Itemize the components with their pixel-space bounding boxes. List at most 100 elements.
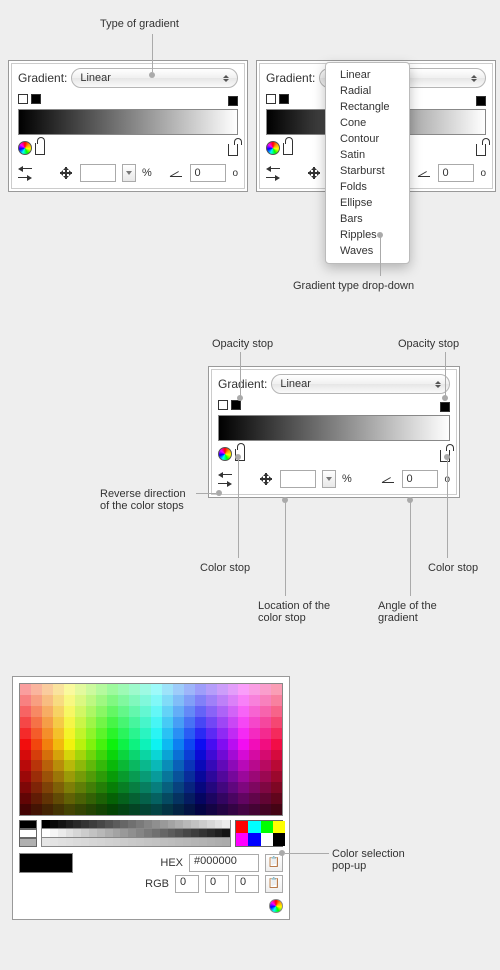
dropdown-item[interactable]: Starburst	[326, 163, 409, 179]
gray-swatch[interactable]	[19, 838, 37, 847]
dropdown-item[interactable]: Rectangle	[326, 99, 409, 115]
grayscale-row[interactable]	[41, 820, 231, 829]
dropdown-item[interactable]: Ripples	[326, 227, 409, 243]
lock-icon[interactable]	[35, 143, 45, 155]
panel-inner: Gradient: Linear	[11, 63, 245, 189]
leader-line	[152, 34, 153, 72]
gradient-label: Gradient:	[18, 71, 67, 85]
opacity-stop-icon[interactable]	[266, 94, 276, 104]
opacity-stop-marker-icon[interactable]	[279, 94, 289, 104]
color-wheel-button[interactable]	[269, 899, 283, 913]
b-input[interactable]: 0	[235, 875, 259, 893]
callout-opacity-stop-left: Opacity stop	[212, 338, 273, 350]
r-input[interactable]: 0	[175, 875, 199, 893]
grayscale-row[interactable]	[41, 829, 231, 838]
reverse-gradient-icon[interactable]	[266, 166, 280, 180]
color-stop-left-group	[218, 447, 245, 464]
color-picker-panel: HEX #000000 📋 RGB 0 0 0 📋	[12, 676, 290, 920]
opacity-stop-marker-icon[interactable]	[476, 96, 486, 106]
current-color-swatch	[19, 853, 73, 873]
gradient-type-row: Gradient: Linear	[18, 68, 238, 88]
color-swatch-grid[interactable]	[19, 683, 283, 816]
reverse-gradient-icon[interactable]	[218, 472, 232, 486]
color-wheel-icon[interactable]	[266, 141, 280, 155]
opacity-stop-icon[interactable]	[218, 400, 228, 410]
opacity-stop-marker-icon[interactable]	[31, 94, 41, 104]
color-wheel-icon[interactable]	[18, 141, 32, 155]
callout-gradient-type-dropdown: Gradient type drop-down	[293, 280, 414, 292]
angle-input[interactable]: 0	[190, 164, 226, 182]
lock-open-icon[interactable]	[228, 144, 238, 156]
leader-dot	[377, 232, 383, 238]
dropdown-item[interactable]: Ellipse	[326, 195, 409, 211]
leader-dot	[216, 490, 222, 496]
hex-input[interactable]: #000000	[189, 854, 259, 872]
copy-rgb-button[interactable]: 📋	[265, 875, 283, 893]
move-icon[interactable]	[58, 165, 74, 181]
callout-angle-of-gradient: Angle of the gradient	[378, 600, 448, 624]
angle-input[interactable]: 0	[438, 164, 474, 182]
dropdown-item[interactable]: Contour	[326, 131, 409, 147]
opacity-stop-marker-icon[interactable]	[231, 400, 241, 410]
angle-input[interactable]: 0	[402, 470, 438, 488]
color-stop-row	[18, 141, 238, 158]
leader-dot	[282, 497, 288, 503]
leader-line	[240, 352, 241, 396]
g-input[interactable]: 0	[205, 875, 229, 893]
reverse-gradient-icon[interactable]	[18, 166, 32, 180]
secondary-swatch-row	[19, 820, 283, 847]
angle-icon	[170, 166, 184, 180]
dropdown-item[interactable]: Waves	[326, 243, 409, 259]
gradient-label: Gradient:	[266, 71, 315, 85]
grayscale-row[interactable]	[41, 838, 231, 847]
dropdown-item[interactable]: Bars	[326, 211, 409, 227]
callout-color-selection-popup: Color selection pop-up	[332, 848, 422, 872]
gradient-type-value: Linear	[80, 72, 111, 84]
gradient-preview[interactable]	[218, 415, 450, 441]
color-stop-row	[218, 447, 450, 464]
gradient-type-select[interactable]: Linear	[71, 68, 238, 88]
location-stepper[interactable]	[122, 164, 136, 182]
move-icon[interactable]	[306, 165, 322, 181]
opacity-stop-row	[18, 94, 238, 107]
leader-line	[410, 500, 411, 596]
move-icon[interactable]	[258, 471, 274, 487]
color-stop-left-group	[266, 141, 293, 158]
chevron-updown-icon	[471, 72, 479, 84]
controls-row: % 0 o	[18, 164, 238, 182]
dropdown-item[interactable]: Radial	[326, 83, 409, 99]
location-stepper[interactable]	[322, 470, 336, 488]
leader-line	[380, 236, 381, 276]
gradient-type-dropdown[interactable]: LinearRadialRectangleConeContourSatinSta…	[325, 62, 410, 264]
leader-line	[196, 493, 216, 494]
black-swatch[interactable]	[19, 820, 37, 829]
opacity-stop-icon[interactable]	[18, 94, 28, 104]
opacity-stop-left-group	[266, 94, 289, 107]
controls-row: % 0 o	[218, 470, 450, 488]
panel-inner: Gradient: Linear	[211, 369, 457, 495]
leader-dot	[279, 850, 285, 856]
opacity-stop-marker-icon[interactable]	[440, 402, 450, 412]
dropdown-item[interactable]: Folds	[326, 179, 409, 195]
rgb-input-row: RGB 0 0 0 📋	[19, 875, 283, 893]
location-input[interactable]	[280, 470, 316, 488]
white-swatch[interactable]	[19, 829, 37, 838]
color-wheel-icon[interactable]	[218, 447, 232, 461]
dropdown-item[interactable]: Cone	[326, 115, 409, 131]
lock-icon[interactable]	[283, 143, 293, 155]
gradient-type-row: Gradient: Linear	[218, 374, 450, 394]
gradient-preview[interactable]	[18, 109, 238, 135]
dropdown-item[interactable]: Linear	[326, 67, 409, 83]
basic-colors-grid[interactable]	[235, 820, 283, 847]
lock-open-icon[interactable]	[476, 144, 486, 156]
leader-dot	[442, 395, 448, 401]
gradient-type-select[interactable]: Linear	[271, 374, 450, 394]
dropdown-item[interactable]: Satin	[326, 147, 409, 163]
opacity-stop-marker-icon[interactable]	[228, 96, 238, 106]
hex-input-row: HEX #000000 📋	[19, 853, 283, 873]
leader-line	[285, 853, 329, 854]
copy-hex-button[interactable]: 📋	[265, 854, 283, 872]
gradient-type-value: Linear	[280, 378, 311, 390]
gradient-label: Gradient:	[218, 377, 267, 391]
location-input[interactable]	[80, 164, 116, 182]
